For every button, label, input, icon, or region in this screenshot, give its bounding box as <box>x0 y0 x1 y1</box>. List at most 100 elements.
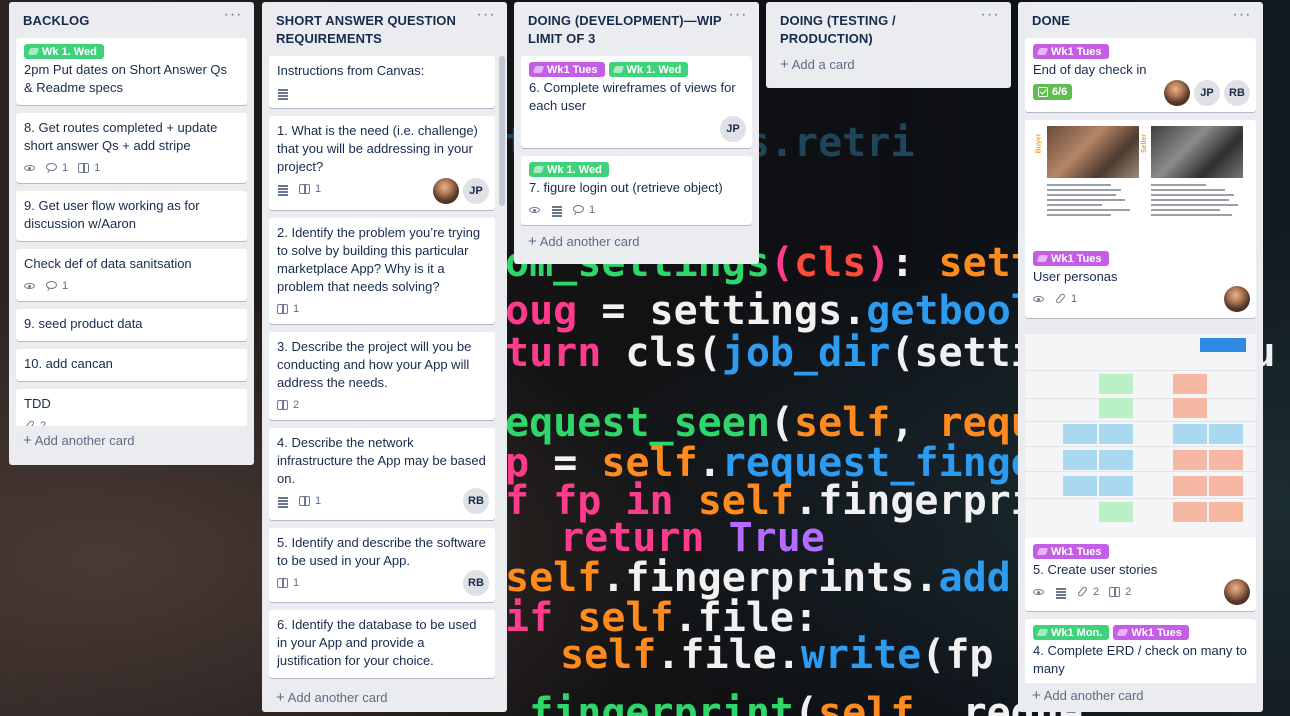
add-card-label: Add another card <box>34 433 135 448</box>
card[interactable]: 9. seed product data <box>16 309 247 341</box>
avatar[interactable] <box>1224 579 1250 605</box>
watch-icon <box>1033 293 1045 305</box>
list-title[interactable]: DOING (TESTING / PRODUCTION) <box>780 12 975 48</box>
story-note <box>1099 450 1133 470</box>
card[interactable]: Wk1 Tues 5. Create user stories 2 2 <box>1025 326 1256 611</box>
card[interactable]: 2. Identify the problem you’re trying to… <box>269 218 495 324</box>
description-icon <box>551 204 563 216</box>
avatar[interactable] <box>1164 80 1190 106</box>
avatar[interactable]: RB <box>1224 80 1250 106</box>
checklist-count: 2 <box>293 399 300 411</box>
card-title: Check def of data sanitsation <box>24 256 192 271</box>
attachment-count: 2 <box>40 420 47 426</box>
avatar[interactable]: JP <box>463 178 489 204</box>
card[interactable]: 10. add cancan <box>16 349 247 381</box>
label-icon <box>1117 629 1129 636</box>
card[interactable]: 9. Get user flow working as for discussi… <box>16 191 247 241</box>
list-header: BACKLOG ··· <box>9 2 254 38</box>
avatar[interactable] <box>1224 286 1250 312</box>
story-note <box>1063 450 1097 470</box>
list-done: DONE ··· Wk1 Tues End of day check in 6/… <box>1018 2 1263 712</box>
card-label[interactable]: Wk 1. Wed <box>608 62 689 77</box>
list-title[interactable]: BACKLOG <box>23 12 218 30</box>
list-title[interactable]: SHORT ANSWER QUESTION REQUIREMENTS <box>276 12 471 48</box>
card[interactable]: 5. Identify and describe the software to… <box>269 528 495 602</box>
checklist-icon <box>299 495 311 507</box>
card-list: Wk1 Tues End of day check in 6/6 JP RB B… <box>1018 38 1263 683</box>
avatar[interactable]: JP <box>1194 80 1220 106</box>
list-menu-icon[interactable]: ··· <box>222 7 244 26</box>
label-text: Wk1 Tues <box>1051 45 1102 58</box>
list-menu-icon[interactable]: ··· <box>979 7 1001 26</box>
add-card-button[interactable]: + Add another card <box>514 233 759 259</box>
card-label[interactable]: Wk1 Tues <box>1033 44 1109 59</box>
card-label[interactable]: Wk1 Mon. <box>1033 625 1110 640</box>
card-title: Instructions from Canvas: <box>277 63 425 78</box>
watch-icon <box>24 162 36 174</box>
card[interactable]: Check def of data sanitsation 1 <box>16 249 247 301</box>
grid-line <box>1025 498 1256 499</box>
add-card-button[interactable]: + Add a card <box>766 56 1011 82</box>
card[interactable]: Wk 1. Wed 7. figure login out (retrieve … <box>521 156 752 225</box>
card-members: RB <box>463 570 489 596</box>
card[interactable]: 1. What is the need (i.e. challenge) tha… <box>269 116 495 210</box>
avatar[interactable]: RB <box>463 570 489 596</box>
story-note <box>1173 502 1207 522</box>
card-label[interactable]: Wk1 Tues <box>1113 625 1189 640</box>
persona-photo <box>1151 126 1243 178</box>
list-backlog: BACKLOG ··· Wk 1. Wed 2pm Put dates on S… <box>9 2 254 465</box>
checklist-count: 1 <box>315 183 322 195</box>
card-label[interactable]: Wk1 Tues <box>529 62 605 77</box>
browser-bar <box>1025 326 1256 334</box>
card-label[interactable]: Wk1 Tues <box>1033 251 1109 266</box>
label-icon <box>27 48 40 55</box>
checklist-count: 1 <box>315 495 322 507</box>
list-menu-icon[interactable]: ··· <box>727 7 749 26</box>
attachment-count: 1 <box>1071 293 1078 305</box>
list-title[interactable]: DOING (DEVELOPMENT)—WIP limit of 3 <box>528 12 723 48</box>
checklist-count: 1 <box>293 303 300 315</box>
card[interactable]: TDD 2 <box>16 389 247 426</box>
grid-line <box>1025 398 1256 399</box>
card[interactable]: Wk1 Tues Wk 1. Wed 6. Complete wireframe… <box>521 56 752 148</box>
card[interactable]: 4. Describe the network infrastructure t… <box>269 428 495 520</box>
watch-icon <box>1033 586 1045 598</box>
card-badges: 2 2 <box>1033 583 1248 607</box>
card[interactable]: Wk 1. Wed 2pm Put dates on Short Answer … <box>16 38 247 105</box>
list-scrollbar[interactable] <box>499 56 505 206</box>
grid-line <box>1025 421 1256 422</box>
avatar[interactable]: RB <box>463 488 489 514</box>
avatar[interactable]: JP <box>720 116 746 142</box>
story-note <box>1173 476 1207 496</box>
list-title[interactable]: DONE <box>1032 12 1227 30</box>
card-title: 3. Describe the project will you be cond… <box>277 339 472 390</box>
add-card-button[interactable]: + Add another card <box>262 683 507 712</box>
card[interactable]: Buyer Seller Wk1 Tues User personas 1 <box>1025 120 1256 318</box>
card[interactable]: 8. Get routes completed + update short a… <box>16 113 247 183</box>
story-note <box>1173 424 1207 444</box>
list-doing-testing: DOING (TESTING / PRODUCTION) ··· + Add a … <box>766 2 1011 88</box>
label-text: Wk1 Mon. <box>1051 626 1103 639</box>
add-card-button[interactable]: + Add another card <box>1018 683 1263 712</box>
checklist-icon <box>1109 586 1121 598</box>
checklist-icon <box>277 303 289 315</box>
label-text: Wk 1. Wed <box>42 45 97 58</box>
plus-icon: + <box>780 56 789 73</box>
list-menu-icon[interactable]: ··· <box>475 7 497 26</box>
checklist-badge: 6/6 <box>1033 84 1073 100</box>
card-label[interactable]: Wk1 Tues <box>1033 544 1109 559</box>
avatar[interactable] <box>433 178 459 204</box>
card[interactable]: 6. Identify the database to be used in y… <box>269 610 495 678</box>
card[interactable]: Wk1 Tues End of day check in 6/6 JP RB <box>1025 38 1256 112</box>
card-label[interactable]: Wk 1. Wed <box>24 44 104 59</box>
card-label[interactable]: Wk 1. Wed <box>529 162 609 177</box>
list-menu-icon[interactable]: ··· <box>1231 7 1253 26</box>
card-list: Instructions from Canvas: 1. What is the… <box>262 56 507 683</box>
card-title: 2. Identify the problem you’re trying to… <box>277 225 481 294</box>
list-header: DOING (DEVELOPMENT)—WIP limit of 3 ··· <box>514 2 759 56</box>
add-card-button[interactable]: + Add another card <box>9 426 254 458</box>
card[interactable]: Wk1 Mon. Wk1 Tues 4. Complete ERD / chec… <box>1025 619 1256 683</box>
card[interactable]: Instructions from Canvas: <box>269 56 495 108</box>
checklist-progress: 6/6 <box>1052 86 1068 98</box>
card[interactable]: 3. Describe the project will you be cond… <box>269 332 495 420</box>
